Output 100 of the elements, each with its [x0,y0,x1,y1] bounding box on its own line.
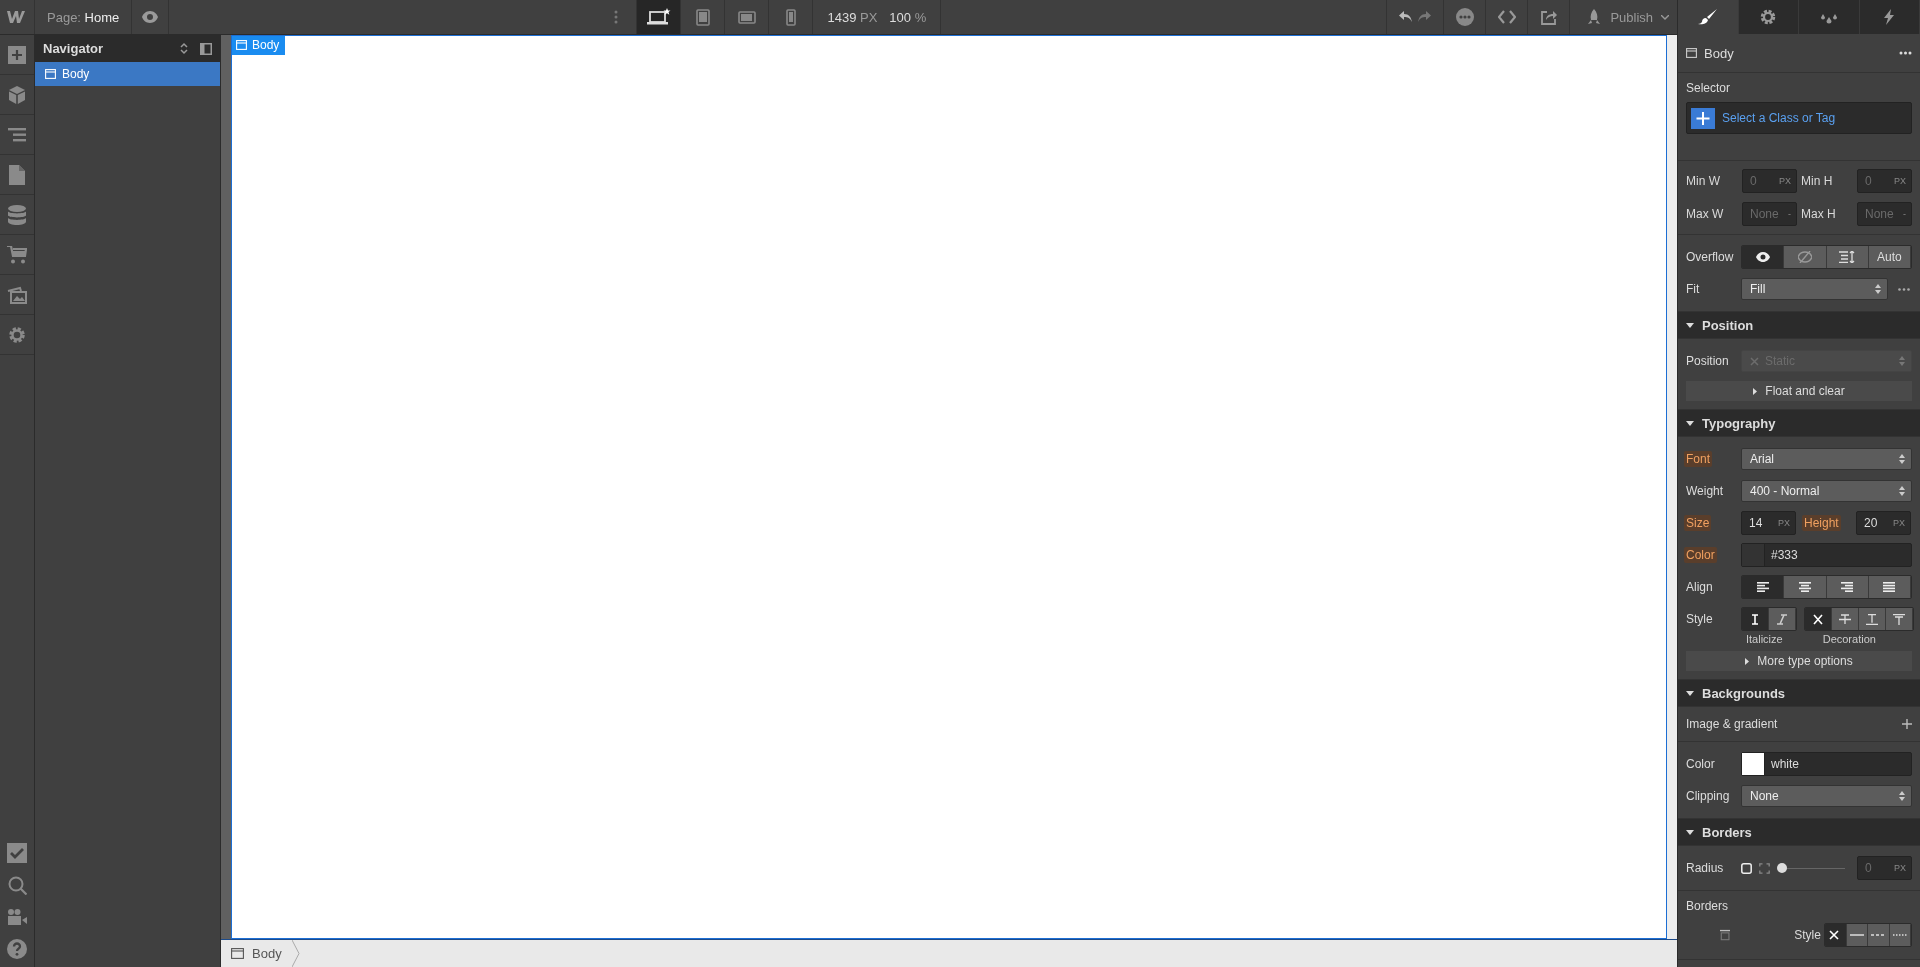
fit-label: Fit [1686,282,1701,296]
cart-icon[interactable] [7,245,27,264]
size-input[interactable]: 0 PX [1742,169,1797,193]
align-justify-button[interactable] [1868,576,1911,598]
breadcrumb-item[interactable]: Body [221,946,292,961]
border-top-icon[interactable] [1720,929,1731,941]
float-and-clear-button[interactable]: Float and clear [1686,381,1912,401]
corner-radius-icon[interactable] [1759,862,1770,874]
align-right-button[interactable] [1826,576,1869,598]
images-icon[interactable] [7,285,27,304]
navigator-item[interactable]: Body [35,62,220,86]
style-tab[interactable] [1678,0,1739,34]
overline-icon [1893,613,1905,625]
color-value[interactable]: #333 [1765,548,1798,562]
backgrounds-section-header[interactable]: Backgrounds [1678,680,1920,707]
color-swatch[interactable] [1742,753,1765,775]
checkmark-icon[interactable] [7,843,27,863]
size-label: Min H [1801,174,1834,188]
size-label: Size [1684,515,1712,531]
overflow-scroll-button[interactable] [1826,246,1869,268]
size-input[interactable]: None - [1857,202,1912,226]
decoration-underline-button[interactable] [1859,608,1886,630]
canvas-width[interactable]: 1439 PX [827,9,878,25]
more-icon[interactable] [1899,51,1912,55]
color-swatch[interactable] [1742,544,1765,566]
color-value[interactable]: white [1765,757,1799,771]
element-icon [1686,48,1697,58]
fit-dropdown[interactable]: Fill [1741,278,1888,300]
uniform-radius-icon[interactable] [1741,862,1752,874]
navigator-icon[interactable] [8,127,26,142]
more-circle-icon[interactable] [1455,8,1474,26]
size-label: Max W [1686,207,1725,221]
position-section-header[interactable]: Position [1678,312,1920,339]
desktop-view-button[interactable] [637,0,682,34]
border-none-button[interactable] [1825,924,1847,946]
page-name[interactable]: Home [84,9,120,25]
borders-label: Borders [1686,899,1730,913]
position-label: Position [1686,354,1730,368]
size-label: Min W [1686,174,1721,188]
publish-button[interactable]: Publish [1570,0,1677,34]
border-dashed-button[interactable] [1868,924,1890,946]
font-size-input[interactable]: 14 PX [1741,511,1796,535]
align-left-button[interactable] [1742,576,1785,598]
logo-icon[interactable] [7,10,27,24]
database-icon[interactable] [8,204,26,225]
more-type-options-button[interactable]: More type options [1686,651,1912,671]
align-right-icon [1841,582,1854,592]
weight-dropdown[interactable]: 400 - Normal [1741,480,1912,502]
size-input[interactable]: None - [1742,202,1797,226]
collapse-toggle-icon[interactable] [180,42,188,55]
up-down-icon [1899,356,1905,366]
overflow-hidden-button[interactable] [1784,246,1827,268]
undo-icon[interactable] [1399,11,1414,23]
redo-icon[interactable] [1417,11,1432,23]
triangle-icon [1686,829,1694,835]
radius-input[interactable]: 0 PX [1857,856,1912,880]
regular-style-button[interactable] [1742,608,1769,630]
canvas-zoom[interactable]: 100 % [889,9,927,25]
overflow-visible-button[interactable] [1742,246,1785,268]
border-style-label: Style [1794,928,1822,942]
more-icon[interactable] [1898,287,1910,291]
up-down-icon [1875,284,1881,294]
style-label: Style [1686,612,1714,626]
more-vertical-icon[interactable] [614,10,619,24]
code-icon[interactable] [1497,10,1516,24]
radius-label: Radius [1686,861,1725,875]
decoration-strike-button[interactable] [1832,608,1859,630]
clipping-dropdown[interactable]: None [1741,785,1912,807]
add-icon[interactable] [1902,719,1912,729]
align-left-icon [1756,582,1769,592]
line-height-input[interactable]: 20 PX [1856,511,1911,535]
weight-label: Weight [1685,483,1725,499]
settings-icon[interactable] [8,325,26,344]
video-camera-icon[interactable] [7,909,27,925]
export-icon[interactable] [1540,9,1557,25]
search-icon[interactable] [7,875,27,895]
italic-style-button[interactable] [1769,608,1796,630]
cube-icon[interactable] [8,85,26,104]
landscape-tablet-icon [737,10,756,24]
border-dotted-button[interactable] [1889,924,1911,946]
preview-eye-icon[interactable] [142,11,159,23]
selector-field[interactable]: Select a Class or Tag [1686,102,1912,134]
overflow-label: Overflow [1686,250,1735,264]
size-input[interactable]: 0 PX [1857,169,1912,193]
font-dropdown[interactable]: Arial [1741,448,1912,470]
page-icon[interactable] [9,164,25,185]
page-canvas[interactable]: Body [231,35,1667,939]
align-center-button[interactable] [1784,576,1827,598]
add-icon[interactable] [8,45,26,64]
decoration-overline-button[interactable] [1886,608,1913,630]
overflow-auto-button[interactable]: Auto [1868,246,1911,268]
help-icon[interactable] [7,939,27,959]
borders-section-header[interactable]: Borders [1678,819,1920,846]
laptop-star-icon [646,8,671,26]
triangle-icon [1745,657,1750,665]
panel-dock-icon[interactable] [200,42,212,55]
scrollbar[interactable] [1667,35,1677,939]
typography-section-header[interactable]: Typography [1678,410,1920,437]
border-solid-button[interactable] [1846,924,1868,946]
decoration-none-button[interactable] [1805,608,1832,630]
